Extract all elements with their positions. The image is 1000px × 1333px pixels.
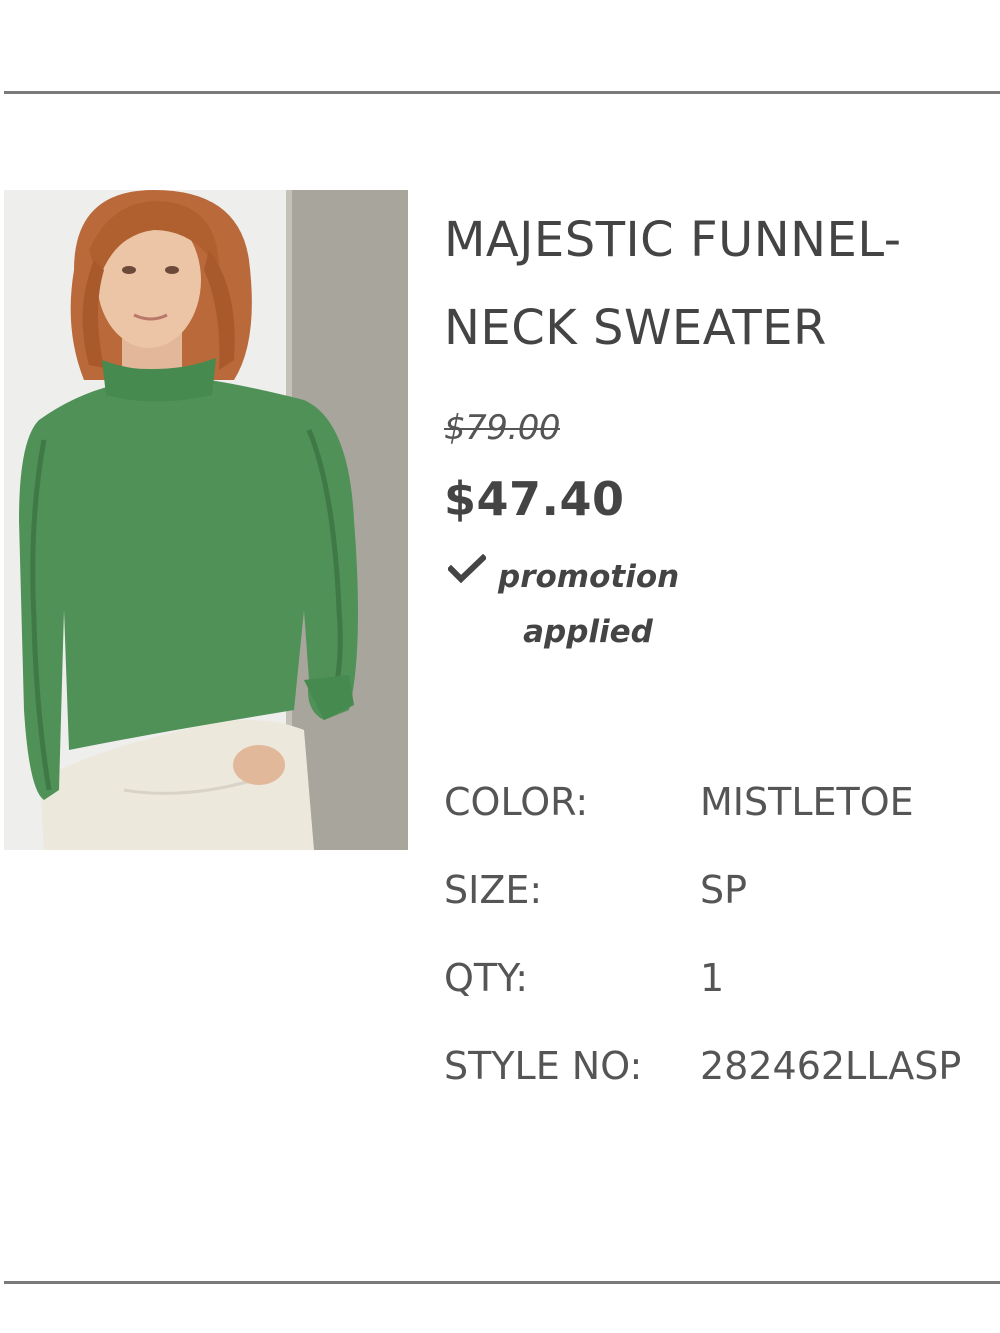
detail-row-style-no: STYLE NO: 282462LLASP — [444, 1044, 1000, 1094]
product-title-line2: NECK SWEATER — [444, 300, 827, 356]
size-label: SIZE: — [444, 868, 543, 912]
size-value: SP — [700, 868, 748, 912]
sale-price: $47.40 — [444, 472, 625, 526]
top-divider — [4, 91, 1000, 94]
promotion-line1: promotion — [498, 559, 680, 595]
product-title-line1: MAJESTIC FUNNEL- — [444, 212, 902, 268]
bottom-divider — [4, 1281, 1000, 1284]
promotion-line2: applied — [523, 614, 653, 650]
original-price: $79.00 — [444, 408, 560, 448]
product-image[interactable] — [4, 190, 408, 850]
style-no-label: STYLE NO: — [444, 1044, 643, 1088]
promotion-text: promotion applied — [498, 550, 680, 660]
promotion-status: promotion applied — [448, 550, 688, 650]
detail-row-color: COLOR: MISTLETOE — [444, 780, 1000, 830]
qty-value: 1 — [700, 956, 725, 1000]
color-label: COLOR: — [444, 780, 589, 824]
detail-row-qty: QTY: 1 — [444, 956, 1000, 1006]
product-photo — [4, 190, 408, 850]
style-no-value: 282462LLASP — [700, 1044, 962, 1088]
detail-row-size: SIZE: SP — [444, 868, 1000, 918]
checkmark-icon — [448, 554, 486, 584]
color-value: MISTLETOE — [700, 780, 914, 824]
qty-label: QTY: — [444, 956, 529, 1000]
product-title: MAJESTIC FUNNEL- NECK SWEATER — [444, 196, 1000, 372]
